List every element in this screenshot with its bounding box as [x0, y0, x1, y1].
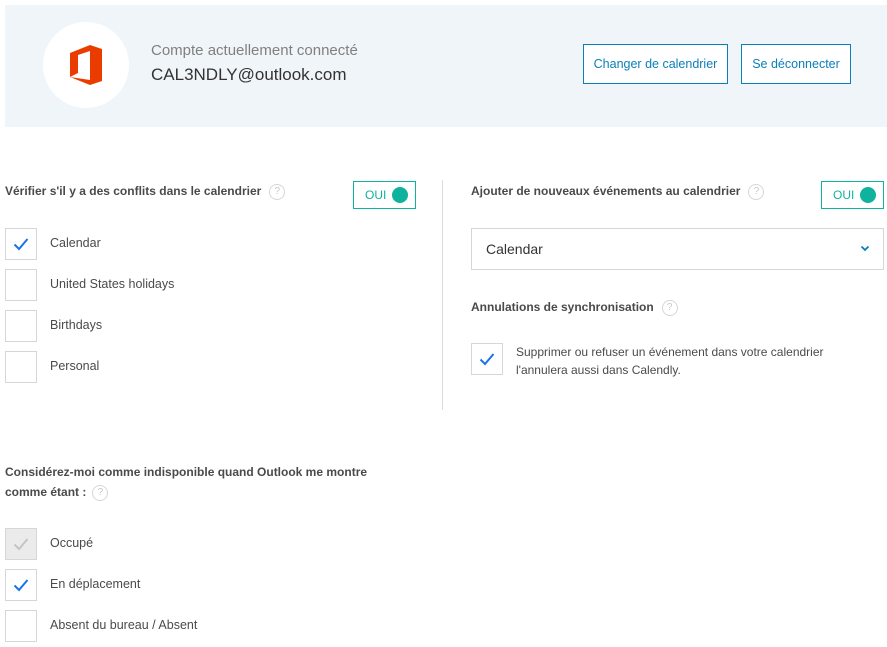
sync-title: Annulations de synchronisation? [471, 297, 678, 317]
checkbox-label: En déplacement [50, 577, 141, 591]
check-icon [13, 538, 29, 551]
logout-button[interactable]: Se déconnecter [741, 44, 851, 84]
office-logo [43, 22, 129, 108]
office-logo-icon [70, 45, 102, 85]
sync-description: Supprimer ou refuser un événement dans v… [516, 345, 824, 377]
toggle-label: OUI [365, 188, 387, 202]
conflicts-toggle[interactable]: OUI [353, 181, 416, 209]
conflicts-title: Vérifier s'il y a des conflits dans le c… [5, 181, 286, 201]
account-label: Compte actuellement connecté [151, 42, 358, 59]
account-email: CAL3NDLY@outlook.com [151, 65, 347, 84]
check-icon [13, 238, 29, 251]
checkbox-busy[interactable] [5, 528, 37, 560]
help-icon[interactable]: ? [748, 183, 765, 200]
checkbox-out-of-office[interactable] [5, 610, 37, 642]
calendar-select-value: Calendar [486, 241, 543, 257]
checkbox-label: Birthdays [50, 318, 103, 332]
checkbox-calendar[interactable] [5, 228, 37, 260]
checkbox-label: Occupé [50, 536, 94, 550]
account-header: Compte actuellement connecté CAL3NDLY@ou… [5, 5, 887, 127]
check-icon [13, 579, 29, 592]
conflicts-title-text: Vérifier s'il y a des conflits dans le c… [5, 184, 262, 198]
toggle-knob [392, 187, 408, 203]
add-events-toggle[interactable]: OUI [821, 181, 884, 209]
add-events-title-text: Ajouter de nouveaux événements au calend… [471, 184, 741, 198]
checkbox-traveling[interactable] [5, 569, 37, 601]
checkbox-sync-cancellations[interactable] [471, 343, 503, 375]
toggle-label: OUI [833, 188, 855, 202]
add-events-title: Ajouter de nouveaux événements au calend… [471, 181, 765, 201]
checkbox-label: Personal [50, 359, 100, 373]
checkbox-us-holidays[interactable] [5, 269, 37, 301]
unavailable-title-line2: comme étant :? [5, 482, 109, 502]
checkbox-label: Absent du bureau / Absent [50, 618, 198, 632]
checkbox-birthdays[interactable] [5, 310, 37, 342]
checkbox-personal[interactable] [5, 351, 37, 383]
column-divider [442, 180, 443, 410]
check-icon [479, 353, 495, 366]
calendar-select[interactable]: Calendar [471, 228, 884, 270]
change-calendar-button[interactable]: Changer de calendrier [583, 44, 728, 84]
toggle-knob [860, 187, 876, 203]
checkbox-label: Calendar [50, 236, 101, 250]
checkbox-label: United States holidays [50, 277, 175, 291]
help-icon[interactable]: ? [92, 484, 109, 501]
chevron-down-icon [860, 245, 870, 252]
help-icon[interactable]: ? [661, 299, 678, 316]
sync-title-text: Annulations de synchronisation [471, 300, 654, 314]
help-icon[interactable]: ? [269, 183, 286, 200]
unavailable-title-line1: Considérez-moi comme indisponible quand … [5, 465, 368, 479]
unavailable-title-text: comme étant : [5, 485, 87, 499]
